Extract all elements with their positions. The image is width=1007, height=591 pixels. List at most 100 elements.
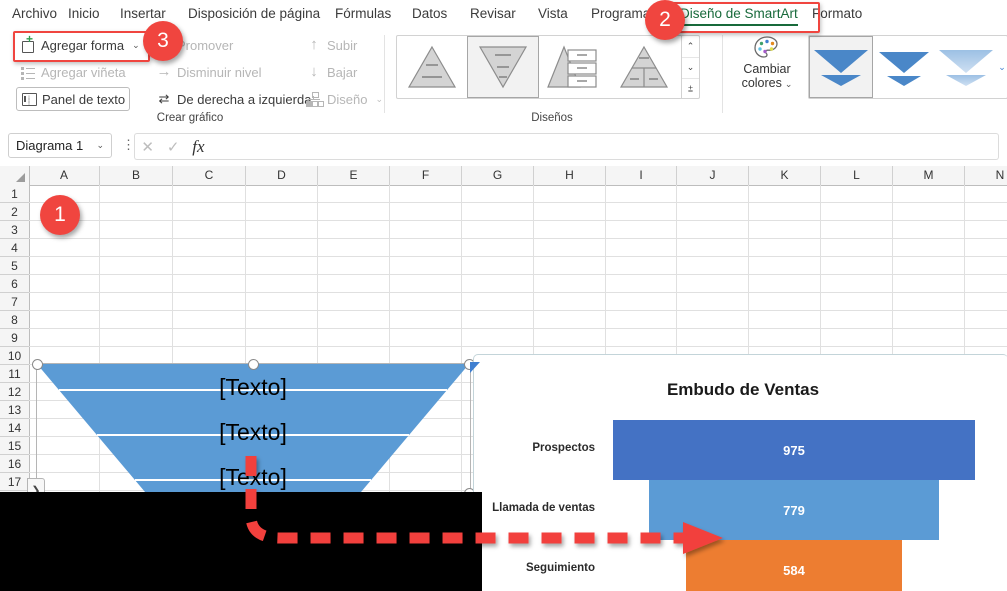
row-header-2[interactable]: 2 [0,203,29,221]
funnel-bar-2[interactable]: 779 [649,480,939,540]
column-header-H[interactable]: H [534,166,606,185]
column-header-F[interactable]: F [390,166,462,185]
bajar-button[interactable]: ↓ Bajar [302,60,361,84]
ribbon-tab-revisar[interactable]: Revisar [468,0,518,27]
group-label-crear-grafico: Crear gráfico [156,112,224,124]
row-header-8[interactable]: 8 [0,311,29,329]
column-headers: ABCDEFGHIJKLMN [0,166,1007,186]
gallery-more-button[interactable]: ⩲ [682,79,699,100]
enter-formula-button[interactable]: ✓ [167,138,180,156]
row-header-6[interactable]: 6 [0,275,29,293]
grid-hline [29,238,1007,239]
column-header-M[interactable]: M [893,166,965,185]
chevron-down-icon[interactable]: ⌄ [785,79,793,89]
grid-hline [29,346,1007,347]
smartart-level-1[interactable]: [Texto] [37,374,469,401]
layout-inverted-pyramid[interactable] [467,36,539,98]
column-header-E[interactable]: E [318,166,390,185]
chevron-down-icon[interactable]: ⌄ [96,140,104,151]
style-subtle-gradient[interactable] [935,37,997,97]
grid-hline [29,256,1007,257]
palette-icon [752,35,782,61]
resize-handle-tl[interactable] [32,359,43,370]
row-header-12[interactable]: 12 [0,383,29,401]
group-label-disenos: Diseños [531,112,573,124]
column-header-J[interactable]: J [677,166,749,185]
chart-area[interactable]: Embudo de Ventas Prospectos 975 Llamada de… [479,359,1007,591]
gallery-scroll[interactable]: ⌃ ⌄ ⩲ [681,36,699,98]
layout-pyramid-list[interactable] [539,37,609,97]
ribbon-tab-inicio[interactable]: Inicio [66,0,102,27]
row-header-5[interactable]: 5 [0,257,29,275]
ribbon-tabbar: Archivo Inicio Insertar Disposición de pági… [0,0,1007,27]
cancel-formula-button[interactable]: ✕ [141,138,154,156]
row-header-7[interactable]: 7 [0,293,29,311]
arrow-up-icon: ↑ [310,36,318,53]
row-header-3[interactable]: 3 [0,221,29,239]
agregar-vineta-label: Agregar viñeta [41,64,126,80]
name-box[interactable]: Diagrama 1 ⌄ [8,133,112,158]
column-header-B[interactable]: B [100,166,173,185]
ribbon-tab-datos[interactable]: Datos [410,0,449,27]
subir-button[interactable]: ↑ Subir [302,33,361,57]
column-header-K[interactable]: K [749,166,821,185]
chevron-down-icon[interactable]: ⌄ [375,94,383,105]
row-header-17[interactable]: 17 [0,473,29,491]
de-derecha-a-izquierda-button[interactable]: ⇄ De derecha a izquierda [152,87,315,111]
column-header-I[interactable]: I [606,166,677,185]
row-header-15[interactable]: 15 [0,437,29,455]
cambiar-colores-button[interactable]: Cambiar colores ⌄ [734,35,800,91]
highlight-box-smartart-tab [670,2,820,33]
select-all-corner[interactable] [0,166,30,185]
funnel-bar-value-1: 975 [783,442,805,458]
formula-input[interactable] [210,133,999,160]
column-header-G[interactable]: G [462,166,534,185]
ribbon-tab-disposici-n-de-p-gina[interactable]: Disposición de página [186,0,322,27]
style-white-outline[interactable] [873,37,935,97]
column-header-D[interactable]: D [246,166,318,185]
smartart-level-3[interactable]: [Texto] [37,464,469,491]
smartart-styles-gallery[interactable]: ⌄ [808,35,1007,99]
gallery-scroll-down-button[interactable]: ⌄ [682,58,699,80]
style-simple-fill[interactable] [809,36,873,98]
text-pane-icon [21,91,37,107]
insert-function-button[interactable]: fx [192,137,204,157]
panel-de-texto-button[interactable]: Panel de texto [16,87,131,111]
diseno-button[interactable]: Diseño ⌄ [302,87,387,111]
column-header-N[interactable]: N [965,166,1007,185]
grid-hline [29,292,1007,293]
column-header-L[interactable]: L [821,166,893,185]
smartart-level-2[interactable]: [Texto] [37,419,469,446]
layout-pyramid[interactable] [397,37,467,97]
row-header-10[interactable]: 10 [0,347,29,365]
row-header-13[interactable]: 13 [0,401,29,419]
funnel-bar-1[interactable]: 975 [613,420,975,480]
ribbon-tab-f-rmulas[interactable]: Fórmulas [333,0,393,27]
funnel-bar-3[interactable]: 584 [685,540,903,591]
excel-window: Archivo Inicio Insertar Disposición de pági… [0,0,1007,591]
ribbon-group-estilos-smartart: Cambiar colores ⌄ ⌄ [730,27,1007,126]
column-header-C[interactable]: C [173,166,246,185]
column-header-A[interactable]: A [29,166,100,185]
row-header-1[interactable]: 1 [0,185,29,203]
funnel-bar-value-3: 584 [783,562,805,578]
styles-more-button[interactable]: ⌄ [997,62,1007,73]
ribbon-tab-archivo[interactable]: Archivo [10,0,59,27]
bullet-icon [20,64,36,80]
resize-handle-tc[interactable] [248,359,259,370]
chart-title: Embudo de Ventas [666,380,820,399]
group-divider-2 [722,35,723,113]
row-header-16[interactable]: 16 [0,455,29,473]
row-header-9[interactable]: 9 [0,329,29,347]
row-header-11[interactable]: 11 [0,365,29,383]
ribbon-tab-vista[interactable]: Vista [536,0,570,27]
agregar-vineta-button[interactable]: Agregar viñeta [16,60,130,84]
org-layout-icon [306,91,324,107]
row-header-4[interactable]: 4 [0,239,29,257]
disminuir-nivel-button[interactable]: → Disminuir nivel [152,60,266,84]
layouts-gallery[interactable]: ⌃ ⌄ ⩲ [396,35,700,99]
gallery-scroll-up-button[interactable]: ⌃ [682,36,699,58]
panel-de-texto-label: Panel de texto [42,91,126,107]
row-header-14[interactable]: 14 [0,419,29,437]
layout-segmented-pyramid[interactable] [609,37,679,97]
